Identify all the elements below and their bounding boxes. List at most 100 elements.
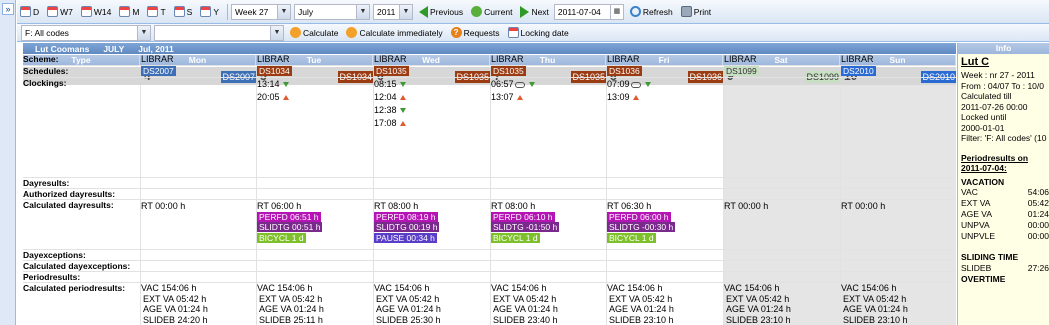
calculated-dayresults-cell[interactable]: RT 00:00 h	[841, 201, 885, 212]
scheme-cell[interactable]: LIBRAR	[607, 54, 640, 64]
clockings-cell[interactable]: 08:15 12:04 12:38 17:08	[374, 78, 406, 130]
schedule-code[interactable]: DS2010	[841, 66, 876, 76]
arrow-in-icon	[644, 82, 651, 88]
clockings-cell[interactable]: 13:14 20:05	[257, 78, 289, 104]
scheme-cell[interactable]: LIBRAR	[841, 54, 874, 64]
clocking-entry[interactable]: 17:08	[374, 117, 406, 130]
info-result-row: EXT VA 05:42	[961, 198, 1049, 209]
week-select[interactable]: Week 27 ▼	[231, 3, 292, 20]
previous-button[interactable]: Previous	[416, 3, 466, 21]
periodresult-line: EXT VA 05:42 h	[259, 293, 323, 304]
scheme-cell[interactable]: LIBRAR	[491, 54, 524, 64]
result-tag[interactable]: PERFD 06:00 h	[607, 211, 671, 222]
chevron-down-icon[interactable]: ▼	[399, 4, 413, 19]
row-divider	[23, 260, 956, 261]
clockings-cell[interactable]: 06:57 13:07	[491, 78, 535, 104]
year-select[interactable]: 2011 ▼	[373, 3, 414, 20]
info-panel: Info Lut C Week : nr 27 - 2011 From : 04/…	[957, 43, 1049, 325]
next-button[interactable]: Next	[517, 3, 551, 21]
date-field[interactable]: 2011-07-04 ▦	[553, 3, 624, 20]
date-field-value: 2011-07-04	[557, 6, 601, 17]
schedule-code[interactable]: DS1035	[374, 66, 409, 76]
calculated-dayresults-cell[interactable]: RT 00:00 h	[724, 201, 768, 212]
schedule-code[interactable]: DS1099	[724, 66, 759, 76]
periodresult-line: VAC 154:06 h	[491, 283, 547, 293]
clocking-entry[interactable]: 06:57	[491, 78, 535, 91]
month-select[interactable]: July ▼	[294, 3, 371, 20]
scheme-cell[interactable]: LIBRAR	[257, 54, 290, 64]
info-line: 2011-07-26 00:00	[961, 101, 1028, 112]
clocking-entry[interactable]: 20:05	[257, 91, 289, 104]
view-button-m[interactable]: M	[116, 3, 142, 21]
secondary-select[interactable]: ▼	[154, 24, 284, 41]
result-tag[interactable]: PERFD 06:10 h	[491, 211, 555, 222]
calculated-dayresults-cell[interactable]: RT 06:00 h PERFD 06:51 h SLIDTG 00:51 h BIC…	[257, 201, 323, 244]
clocking-time: 13:09	[607, 92, 630, 102]
info-panel-header: Info	[958, 43, 1049, 54]
result-tag[interactable]: SLIDTG 00:51 h	[257, 222, 323, 232]
calculated-dayresults-cell[interactable]: RT 00:00 h	[141, 201, 185, 212]
chevron-down-icon[interactable]: ▼	[137, 25, 150, 40]
result-tag[interactable]: PERFD 08:19 h	[374, 211, 438, 222]
periodresult-line: EXT VA 05:42 h	[843, 293, 907, 304]
clockings-cell[interactable]: 07:09 13:09	[607, 78, 651, 104]
expand-panel-icon[interactable]: »	[2, 3, 14, 15]
clocking-entry[interactable]: 07:09	[607, 78, 651, 91]
result-tag[interactable]: SLIDTG -01:50 h	[491, 222, 560, 232]
chevron-down-icon[interactable]: ▼	[356, 4, 370, 19]
view-button-y[interactable]: Y	[197, 3, 222, 21]
info-result-row: VAC 54:06	[961, 187, 1049, 198]
clocking-entry[interactable]: 12:04	[374, 91, 406, 104]
result-tag[interactable]: SLIDTG -00:30 h	[607, 222, 676, 232]
result-tag[interactable]: PAUSE 00:34 h	[374, 232, 437, 243]
filter-select[interactable]: F: All codes ▼	[21, 24, 151, 41]
printer-icon	[680, 6, 692, 17]
info-result-row: SLIDEB 27:26	[961, 263, 1049, 274]
scheme-cell[interactable]: LIBRAR	[141, 54, 174, 64]
locking-date-button[interactable]: Locking date	[505, 24, 572, 42]
calculate-button[interactable]: Calculate	[287, 24, 341, 42]
view-button-w7[interactable]: W7	[44, 3, 76, 21]
calculate-immediately-button[interactable]: Calculate immediately	[343, 24, 445, 42]
schedule-code[interactable]: DS1035	[491, 66, 526, 76]
clocking-entry[interactable]: 12:38	[374, 104, 406, 117]
print-button[interactable]: Print	[678, 3, 714, 21]
result-tag[interactable]: PERFD 06:51 h	[257, 211, 321, 222]
result-tag[interactable]: BICYCL 1 d	[607, 232, 656, 243]
calculated-dayresults-cell[interactable]: RT 08:00 h PERFD 06:10 h SLIDTG -01:50 h BI…	[491, 201, 560, 243]
current-button[interactable]: Current	[468, 3, 515, 21]
required-time: RT 00:00 h	[141, 201, 186, 211]
clocking-entry[interactable]: 13:14	[257, 78, 289, 91]
result-tag-row: PERFD 06:00 h	[607, 211, 675, 223]
refresh-button[interactable]: Refresh	[627, 3, 676, 21]
scheme-cell[interactable]: LIBRAR	[724, 54, 757, 64]
periodresult-line: SLIDEB 23:10 h	[843, 314, 908, 325]
view-button-d[interactable]: D	[17, 3, 42, 21]
chevron-down-icon[interactable]: ▼	[270, 25, 283, 40]
clocking-entry[interactable]: 13:07	[491, 91, 535, 104]
schedule-code[interactable]: DS2007	[141, 66, 176, 76]
requests-button[interactable]: ? Requests	[448, 24, 503, 42]
calendar-icon	[173, 6, 185, 17]
chevron-down-icon[interactable]: ▼	[277, 4, 291, 19]
view-button-t[interactable]: T	[144, 3, 168, 21]
calendar-icon	[200, 6, 212, 17]
clocking-entry[interactable]: 08:15	[374, 78, 406, 91]
print-label: Print	[693, 6, 712, 17]
scheme-cell[interactable]: LIBRAR	[374, 54, 407, 64]
view-button-w14[interactable]: W14	[78, 3, 114, 21]
required-time: RT 00:00 h	[724, 201, 769, 211]
clocking-entry[interactable]: 13:09	[607, 91, 651, 104]
result-tag[interactable]: SLIDTG 00:19 h	[374, 222, 440, 232]
calculated-dayresults-cell[interactable]: RT 08:00 h PERFD 08:19 h SLIDTG 00:19 h PAU…	[374, 201, 440, 243]
periodresult-line: EXT VA 05:42 h	[609, 293, 673, 304]
calculated-dayresults-cell[interactable]: RT 06:30 h PERFD 06:00 h SLIDTG -00:30 h BI…	[607, 201, 676, 243]
schedule-code[interactable]: DS1036	[607, 66, 642, 76]
result-tag[interactable]: BICYCL 1 d	[257, 232, 306, 243]
view-button-s[interactable]: S	[171, 3, 196, 21]
schedule-code[interactable]: DS1034	[257, 66, 292, 76]
result-tag-row: BICYCL 1 d	[257, 232, 322, 244]
result-tag[interactable]: BICYCL 1 d	[491, 232, 540, 243]
calendar-picker-icon[interactable]: ▦	[609, 4, 623, 19]
left-collapse-strip: »	[0, 0, 16, 325]
